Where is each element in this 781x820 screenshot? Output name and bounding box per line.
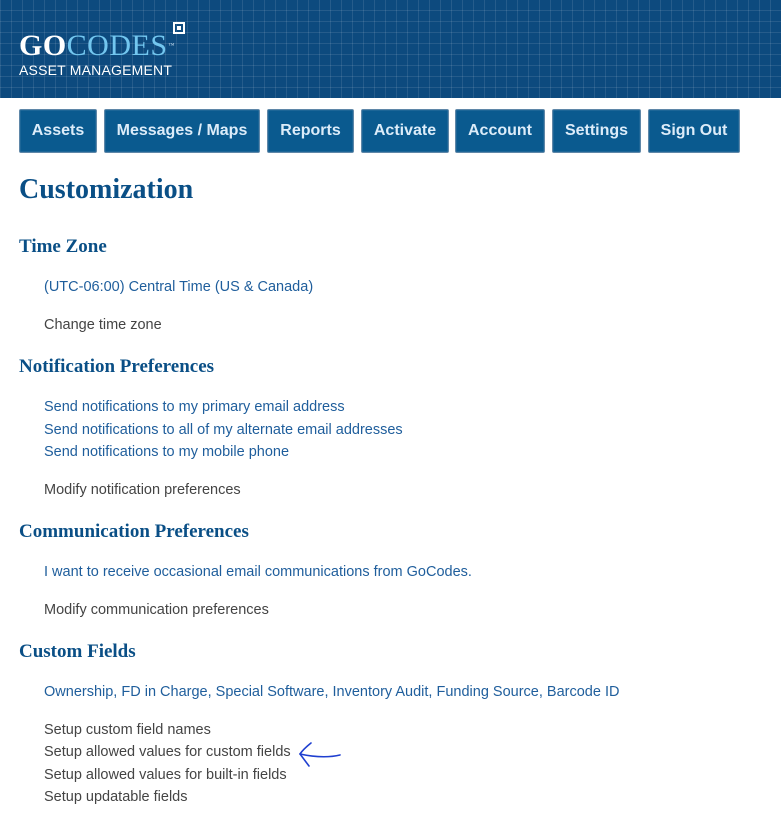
logo-wordmark: GOCODES™: [19, 30, 175, 62]
time-zone-value: (UTC-06:00) Central Time (US & Canada): [44, 279, 314, 295]
time-zone-heading: Time Zone: [19, 236, 107, 257]
setup-custom-field-values-link[interactable]: Setup allowed values for custom fields: [44, 744, 291, 760]
setup-custom-field-names-link[interactable]: Setup custom field names: [44, 722, 211, 738]
setup-updatable-fields-link[interactable]: Setup updatable fields: [44, 789, 188, 805]
notification-item: Send notifications to all of my alternat…: [44, 422, 403, 438]
logo-go: GO: [19, 29, 67, 62]
nav-settings-button[interactable]: Settings: [552, 109, 641, 153]
gocodes-logo[interactable]: GOCODES™ ASSET MANAGEMENT: [19, 22, 185, 78]
modify-communication-preferences-link[interactable]: Modify communication preferences: [44, 602, 269, 618]
communication-preferences-heading: Communication Preferences: [19, 521, 249, 542]
logo-trademark: ™: [168, 43, 175, 49]
nav-reports-button[interactable]: Reports: [267, 109, 354, 153]
notification-item: Send notifications to my mobile phone: [44, 444, 290, 460]
page-title: Customization: [19, 174, 194, 205]
nav-messages-maps-button[interactable]: Messages / Maps: [104, 109, 260, 153]
setup-builtin-field-values-link[interactable]: Setup allowed values for built-in fields: [44, 767, 287, 783]
custom-fields-list: Ownership, FD in Charge, Special Softwar…: [44, 684, 620, 700]
modify-notification-preferences-link[interactable]: Modify notification preferences: [44, 482, 241, 498]
change-time-zone-link[interactable]: Change time zone: [44, 317, 162, 333]
nav-account-button[interactable]: Account: [455, 109, 545, 153]
hand-drawn-arrow-icon: [299, 742, 341, 767]
notification-item: Send notifications to my primary email a…: [44, 399, 345, 415]
communication-preference-value: I want to receive occasional email commu…: [44, 564, 472, 580]
custom-fields-heading: Custom Fields: [19, 641, 136, 662]
header-banner: GOCODES™ ASSET MANAGEMENT: [0, 0, 781, 98]
qr-square-icon: [173, 22, 185, 34]
nav-sign-out-button[interactable]: Sign Out: [648, 109, 740, 153]
nav-activate-button[interactable]: Activate: [361, 109, 449, 153]
notification-preferences-heading: Notification Preferences: [19, 356, 215, 377]
logo-subtitle: ASSET MANAGEMENT: [19, 62, 173, 78]
logo-codes: CODES: [66, 29, 168, 62]
nav-assets-button[interactable]: Assets: [19, 109, 97, 153]
